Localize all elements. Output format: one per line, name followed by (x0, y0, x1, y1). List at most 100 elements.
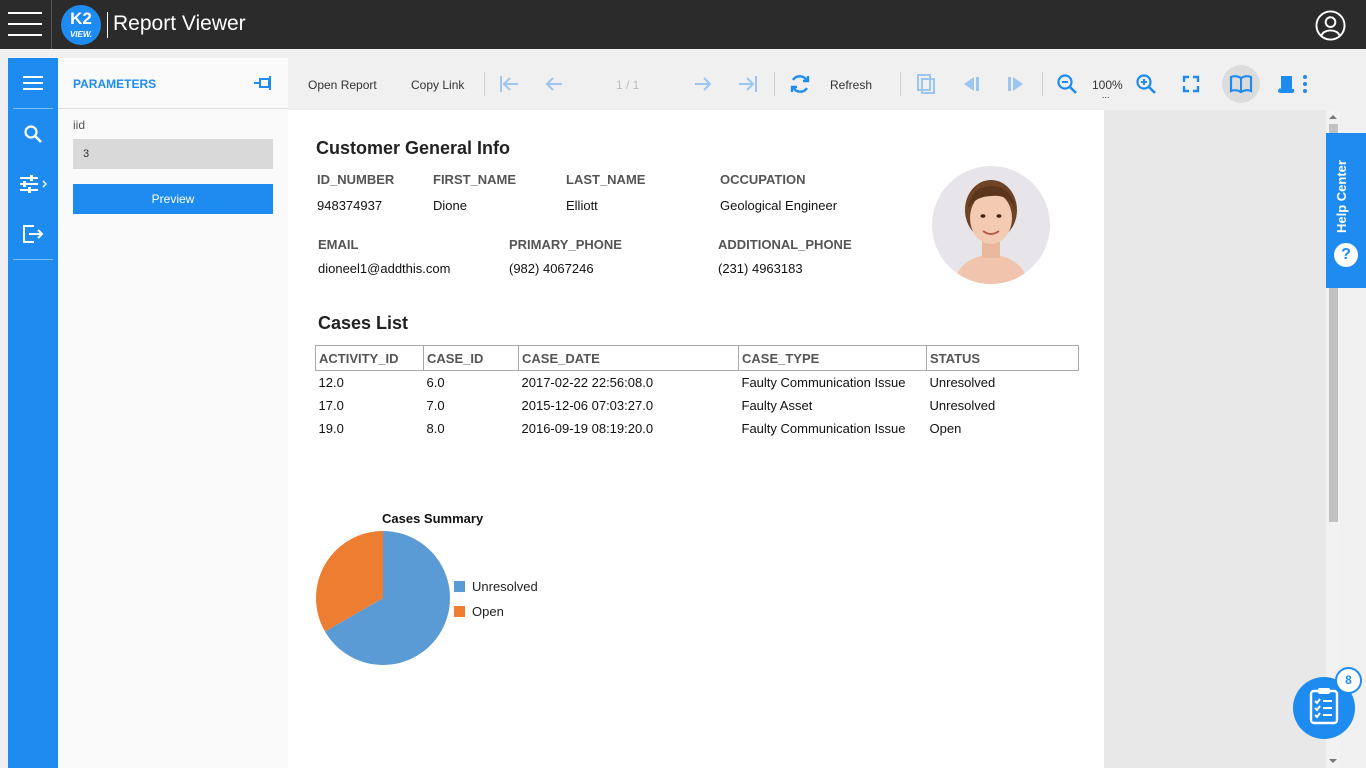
field-label: ADDITIONAL_PHONE (718, 237, 852, 252)
menu-icon (23, 76, 43, 90)
table-cell: Faulty Asset (741, 397, 813, 413)
column-header: STATUS (926, 345, 1079, 371)
export-icon (23, 225, 44, 243)
field-value: (231) 4963183 (718, 261, 803, 276)
field-value: dioneel1@addthis.com (318, 261, 451, 276)
scroll-down-icon[interactable] (1326, 756, 1340, 766)
legend-label: Open (472, 604, 504, 619)
legend-swatch (454, 581, 465, 592)
column-header: CASE_TYPE (738, 345, 927, 371)
report-toolbar: Open Report Copy Link 1 / 1 Refresh 100%… (288, 58, 1366, 110)
legend-item-unresolved: Unresolved (454, 579, 538, 594)
nav-export-button[interactable] (8, 214, 58, 254)
nav-parameters-button[interactable] (8, 164, 58, 204)
field-label: ID_NUMBER (317, 172, 395, 187)
field-value: Dione (433, 198, 467, 213)
report-page: Customer General Info ID_NUMBER 94837493… (288, 110, 1104, 768)
customer-info-title: Customer General Info (316, 138, 511, 158)
copy-link-button[interactable]: Copy Link (411, 78, 464, 92)
zoom-in-icon[interactable] (1134, 72, 1158, 96)
table-cell: Faulty Communication Issue (741, 420, 906, 436)
pages-icon[interactable] (914, 72, 938, 96)
logo-text-sub: VIEW. (69, 30, 93, 39)
table-cell: 8.0 (426, 420, 445, 436)
field-value: Geological Engineer (720, 198, 838, 213)
last-page-icon[interactable] (736, 72, 760, 96)
logo-text-main: K2 (70, 9, 92, 28)
table-cell: Faulty Communication Issue (741, 374, 906, 390)
nav-search-button[interactable] (8, 114, 58, 154)
field-label: OCCUPATION (720, 172, 806, 187)
book-icon[interactable] (1229, 72, 1253, 96)
open-report-button[interactable]: Open Report (308, 78, 377, 92)
app-title: Report Viewer (113, 12, 246, 35)
refresh-icon[interactable] (788, 72, 812, 96)
zoom-out-icon[interactable] (1055, 72, 1079, 96)
nav-divider (13, 259, 53, 260)
field-label: PRIMARY_PHONE (509, 237, 622, 252)
table-cell: 19.0 (318, 420, 344, 436)
table-cell: 2016-09-19 08:19:20.0 (521, 420, 654, 436)
play-forward-icon[interactable] (1004, 72, 1028, 96)
table-cell: 17.0 (318, 397, 344, 413)
first-page-icon[interactable] (497, 72, 521, 96)
table-cell: Open (929, 420, 962, 436)
table-cell: 6.0 (426, 374, 445, 390)
cases-list-title: Cases List (318, 313, 409, 333)
pin-icon[interactable] (253, 75, 275, 91)
table-cell: 2017-02-22 22:56:08.0 (521, 374, 654, 390)
nav-divider (13, 108, 53, 109)
column-header: ACTIVITY_ID (315, 345, 424, 371)
left-nav (8, 58, 58, 768)
fullscreen-icon[interactable] (1179, 72, 1203, 96)
topbar-divider (51, 0, 52, 49)
table-cell: 12.0 (318, 374, 344, 390)
column-header: CASE_ID (423, 345, 519, 371)
chart-title: Cases Summary (382, 511, 484, 526)
parameters-panel: PARAMETERS iid Preview (58, 58, 288, 768)
parameters-title: PARAMETERS (73, 77, 157, 91)
next-page-icon[interactable] (691, 72, 715, 96)
refresh-button[interactable]: Refresh (830, 78, 872, 92)
hamburger-icon[interactable] (8, 12, 42, 38)
more-options-icon[interactable] (1293, 72, 1317, 96)
legend-label: Unresolved (472, 579, 538, 594)
sliders-icon (20, 175, 47, 193)
field-label: EMAIL (318, 237, 359, 252)
question-icon: ? (1334, 243, 1358, 267)
notification-badge: 8 (1335, 667, 1362, 694)
play-backward-icon[interactable] (959, 72, 983, 96)
field-value: Elliott (566, 198, 598, 213)
user-circle-icon[interactable] (1315, 10, 1346, 41)
cases-summary-pie-chart (316, 531, 450, 665)
top-bar: K2 VIEW. Report Viewer (0, 0, 1366, 49)
panel-divider (58, 108, 288, 109)
legend-swatch (454, 606, 465, 617)
toolbar-divider (484, 72, 485, 96)
iid-input[interactable] (73, 139, 273, 169)
field-value: 948374937 (317, 198, 383, 213)
table-row: 12.0 6.0 2017-02-22 22:56:08.0 Faulty Co… (316, 371, 1079, 394)
table-row: 17.0 7.0 2015-12-06 07:03:27.0 Faulty As… (316, 394, 1079, 417)
preview-button[interactable]: Preview (73, 184, 273, 214)
field-label: FIRST_NAME (433, 172, 517, 187)
help-center-tab[interactable]: Help Center ? (1326, 133, 1366, 288)
table-cell: 2015-12-06 07:03:27.0 (521, 397, 654, 413)
column-header: CASE_DATE (518, 345, 739, 371)
table-row: 19.0 8.0 2016-09-19 08:19:20.0 Faulty Co… (316, 417, 1079, 440)
legend-item-open: Open (454, 604, 504, 619)
help-center-label: Help Center (1334, 160, 1349, 233)
cases-table: ACTIVITY_ID CASE_ID CASE_DATE CASE_TYPE … (315, 345, 1079, 440)
scroll-up-icon[interactable] (1326, 112, 1340, 122)
previous-page-icon[interactable] (542, 72, 566, 96)
logo-divider (107, 12, 108, 38)
report-viewer: Customer General Info ID_NUMBER 94837493… (288, 110, 1326, 768)
toolbar-divider (900, 72, 901, 96)
field-value: (982) 4067246 (509, 261, 594, 276)
table-cell: 7.0 (426, 397, 445, 413)
search-icon (24, 125, 42, 143)
zoom-options[interactable]: ... (1102, 90, 1110, 100)
table-header-row: ACTIVITY_ID CASE_ID CASE_DATE CASE_TYPE … (315, 345, 1079, 371)
nav-menu-button[interactable] (8, 63, 58, 103)
customer-photo (932, 166, 1050, 284)
